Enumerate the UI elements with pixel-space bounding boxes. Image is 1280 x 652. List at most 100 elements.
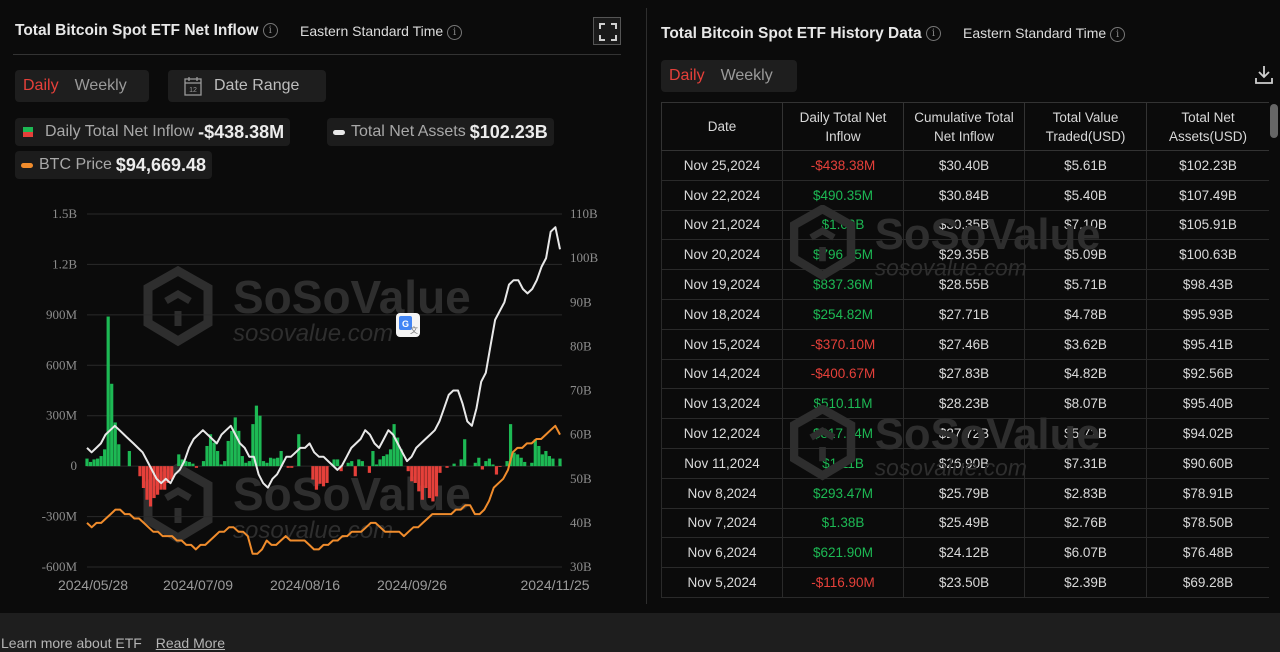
- inflow-bar: [551, 458, 555, 467]
- google-translate-icon[interactable]: G文: [396, 313, 420, 337]
- inflow-bar: [244, 462, 248, 467]
- traded-cell: $3.62B: [1024, 329, 1147, 360]
- inflow-bar: [106, 316, 110, 467]
- traded-cell: $7.10B: [1024, 210, 1147, 241]
- table-row[interactable]: Nov 22,2024 $490.35M $30.84B $5.40B $107.49B: [661, 180, 1269, 211]
- table-row[interactable]: Nov 14,2024 -$400.67M $27.83B $4.82B $92.56B: [661, 359, 1269, 390]
- table-scrollbar[interactable]: [1270, 104, 1278, 138]
- column-header[interactable]: Total Net Assets(USD): [1146, 102, 1269, 151]
- date-range-button[interactable]: 12 Date Range: [168, 70, 326, 102]
- column-header[interactable]: Total Value Traded(USD): [1024, 102, 1147, 151]
- timezone-label: Eastern Standard Time i: [300, 23, 463, 40]
- table-row[interactable]: Nov 21,2024 $1.00B $30.35B $7.10B $105.91B: [661, 210, 1269, 241]
- inflow-bar: [138, 466, 142, 477]
- inflow-bar: [141, 466, 146, 488]
- watermark-domain: sosovalue.com: [233, 517, 393, 544]
- info-icon[interactable]: i: [262, 23, 278, 39]
- inflow-bar: [216, 451, 220, 467]
- inflow-bar: [314, 466, 319, 490]
- panel-divider: [646, 8, 647, 604]
- legend-daily-inflow[interactable]: Daily Total Net Inflow -$438.38M: [15, 118, 291, 146]
- legend-btc-price[interactable]: BTC Price $94,669.48: [15, 151, 212, 179]
- inflow-bar: [452, 463, 456, 467]
- table-row[interactable]: Nov 25,2024 -$438.38M $30.40B $5.61B $102.23…: [661, 150, 1269, 181]
- date-cell: Nov 21,2024: [661, 210, 783, 241]
- legend-total-assets[interactable]: Total Net Assets $102.23B: [327, 118, 554, 146]
- read-more-link[interactable]: Read More: [156, 635, 225, 651]
- column-header[interactable]: Cumulative Total Net Inflow: [903, 102, 1025, 151]
- inflow-bar: [463, 439, 467, 467]
- table-row[interactable]: Nov 6,2024 $621.90M $24.12B $6.07B $76.48B: [661, 537, 1269, 569]
- assets-cell: $92.56B: [1146, 359, 1269, 390]
- inflow-bar: [459, 459, 463, 467]
- tab-daily[interactable]: Daily: [661, 67, 713, 85]
- inflow-bar: [487, 458, 492, 467]
- inflow-bar: [438, 466, 442, 473]
- inflow-bar: [374, 464, 379, 467]
- right-axis-tick: 70B: [570, 383, 592, 398]
- cumulative-cell: $29.35B: [903, 239, 1025, 271]
- assets-cell: $100.63B: [1146, 239, 1269, 271]
- inflow-bar: [547, 456, 552, 467]
- inflow-chart[interactable]: SoSoValuesosovalue.comSoSoValuesosovalue…: [0, 195, 640, 605]
- fullscreen-button[interactable]: [593, 17, 621, 45]
- inflow-bar: [230, 430, 234, 467]
- traded-cell: $7.31B: [1024, 448, 1147, 479]
- table-row[interactable]: Nov 20,2024 $796.05M $29.35B $5.09B $100.63B: [661, 239, 1269, 271]
- assets-cell: $69.28B: [1146, 567, 1269, 598]
- inflow-bar: [258, 415, 262, 467]
- inflow-cell: -$400.67M: [782, 359, 904, 390]
- inflow-bar: [318, 466, 322, 484]
- cumulative-cell: $27.46B: [903, 329, 1025, 360]
- inflow-bar: [410, 466, 414, 482]
- table-row[interactable]: Nov 11,2024 $1.11B $26.90B $7.31B $90.60B: [661, 448, 1269, 479]
- assets-cell: $102.23B: [1146, 150, 1269, 181]
- inflow-bar: [113, 422, 117, 467]
- date-cell: Nov 25,2024: [661, 150, 783, 181]
- inflow-bar: [484, 461, 488, 467]
- inflow-bar: [311, 466, 315, 480]
- timezone-info-icon[interactable]: i: [1110, 26, 1126, 42]
- table-row[interactable]: Nov 19,2024 $837.36M $28.55B $5.71B $98.43B: [661, 269, 1269, 300]
- total-net-assets-line: [86, 226, 561, 489]
- table-row[interactable]: Nov 8,2024 $293.47M $25.79B $2.83B $78.91B: [661, 478, 1269, 509]
- right-axis-tick: 100B: [570, 250, 599, 265]
- timezone-info-icon[interactable]: i: [447, 24, 463, 40]
- left-axis-tick: 600M: [46, 357, 78, 372]
- inflow-cell: $621.90M: [782, 537, 904, 569]
- right-axis-tick: 40B: [570, 515, 592, 530]
- x-axis-tick: 2024/07/09: [163, 577, 233, 593]
- table-row[interactable]: Nov 5,2024 -$116.90M $23.50B $2.39B $69.28B: [661, 567, 1269, 598]
- column-header[interactable]: Date: [661, 102, 783, 151]
- table-row[interactable]: Nov 18,2024 $254.82M $27.71B $4.78B $95.93B: [661, 299, 1269, 330]
- inflow-bar: [431, 466, 435, 502]
- table-header-row: Date Daily Total Net Inflow Cumulative T…: [661, 102, 1269, 151]
- info-icon[interactable]: i: [925, 26, 941, 42]
- cumulative-cell: $25.79B: [903, 478, 1025, 509]
- table-row[interactable]: Nov 7,2024 $1.38B $25.49B $2.76B $78.50B: [661, 508, 1269, 539]
- inflow-bar: [413, 466, 417, 483]
- inflow-bar: [353, 466, 357, 477]
- tab-weekly[interactable]: Weekly: [67, 77, 135, 95]
- download-button[interactable]: [1254, 64, 1274, 91]
- date-cell: Nov 19,2024: [661, 269, 783, 300]
- tab-daily[interactable]: Daily: [15, 77, 67, 95]
- inflow-bar: [226, 440, 230, 467]
- table-row[interactable]: Nov 13,2024 $510.11M $28.23B $8.07B $95.40B: [661, 388, 1269, 420]
- assets-cell: $76.48B: [1146, 537, 1269, 569]
- inflow-bar: [201, 461, 206, 467]
- assets-cell: $95.40B: [1146, 388, 1269, 420]
- inflow-bar: [265, 462, 269, 467]
- inflow-bar: [558, 458, 562, 467]
- inflow-bar: [371, 451, 375, 467]
- date-cell: Nov 15,2024: [661, 329, 783, 360]
- inflow-bar: [103, 449, 107, 467]
- inflow-bar: [427, 466, 431, 499]
- svg-text:G: G: [402, 319, 409, 329]
- table-row[interactable]: Nov 12,2024 $817.54M $27.72B $5.72B $94.02B: [661, 418, 1269, 449]
- tab-weekly[interactable]: Weekly: [713, 67, 781, 85]
- table-row[interactable]: Nov 15,2024 -$370.10M $27.46B $3.62B $95.41B: [661, 329, 1269, 360]
- column-header[interactable]: Daily Total Net Inflow: [782, 102, 904, 151]
- inflow-cell: $254.82M: [782, 299, 904, 330]
- inflow-cell: $1.00B: [782, 210, 904, 241]
